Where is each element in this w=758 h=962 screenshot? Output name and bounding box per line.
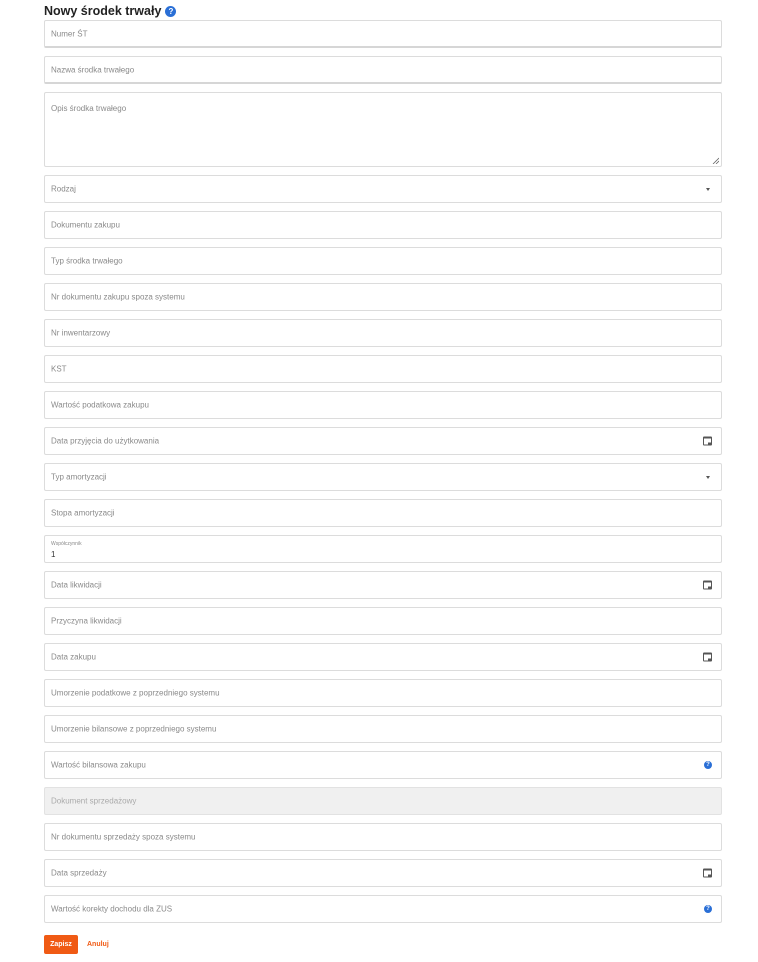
przyczyna-likwidacji-placeholder: Przyczyna likwidacji xyxy=(51,616,122,626)
kst-field[interactable]: KST xyxy=(44,355,722,383)
opis-placeholder: Opis środka trwałego xyxy=(51,104,127,113)
umorzenie-bilansowe-field[interactable]: Umorzenie bilansowe z poprzedniego syste… xyxy=(44,715,722,743)
rodzaj-select[interactable]: Rodzaj xyxy=(44,175,722,203)
data-sprzedazy-placeholder: Data sprzedaży xyxy=(51,868,107,878)
dokument-zakupu-field[interactable]: Dokumentu zakupu xyxy=(44,211,722,239)
nr-inwentarzowy-field[interactable]: Nr inwentarzowy xyxy=(44,319,722,347)
typ-srodka-placeholder: Typ środka trwałego xyxy=(51,256,123,266)
wspolczynnik-label: Współczynnik xyxy=(51,541,82,547)
calendar-icon[interactable] xyxy=(703,652,712,662)
wartosc-korekty-zus-field[interactable]: Wartość korekty dochodu dla ZUS ? xyxy=(44,895,722,923)
nr-dok-sprzedazy-spoza-placeholder: Nr dokumentu sprzedaży spoza systemu xyxy=(51,832,196,842)
dokument-sprzedazowy-placeholder: Dokument sprzedażowy xyxy=(51,796,137,806)
wartosc-bilansowa-placeholder: Wartość bilansowa zakupu xyxy=(51,760,146,770)
save-button[interactable]: Zapisz xyxy=(44,935,78,954)
data-przyjecia-placeholder: Data przyjęcia do użytkowania xyxy=(51,436,160,446)
wartosc-bilansowa-field[interactable]: Wartość bilansowa zakupu ? xyxy=(44,751,722,779)
nr-dok-sprzedazy-spoza-field[interactable]: Nr dokumentu sprzedaży spoza systemu xyxy=(44,823,722,851)
numer-st-field[interactable]: Numer ŚT xyxy=(44,20,722,48)
data-likwidacji-field[interactable]: Data likwidacji xyxy=(44,571,722,599)
dokument-zakupu-placeholder: Dokumentu zakupu xyxy=(51,220,120,230)
wartosc-podatkowa-placeholder: Wartość podatkowa zakupu xyxy=(51,400,149,410)
wspolczynnik-field[interactable]: Współczynnik 1 xyxy=(44,535,722,563)
przyczyna-likwidacji-field[interactable]: Przyczyna likwidacji xyxy=(44,607,722,635)
wartosc-korekty-zus-placeholder: Wartość korekty dochodu dla ZUS xyxy=(51,904,173,914)
nr-inwentarzowy-placeholder: Nr inwentarzowy xyxy=(51,328,111,338)
form-title-text: Nowy środek trwały xyxy=(44,4,162,18)
chevron-down-icon xyxy=(706,188,710,191)
kst-placeholder: KST xyxy=(51,364,67,374)
nr-dok-zakupu-spoza-placeholder: Nr dokumentu zakupu spoza systemu xyxy=(51,292,185,302)
opis-textarea[interactable]: Opis środka trwałego xyxy=(44,92,722,167)
data-zakupu-field[interactable]: Data zakupu xyxy=(44,643,722,671)
question-circle-icon[interactable]: ? xyxy=(704,761,712,769)
umorzenie-bilansowe-placeholder: Umorzenie bilansowe z poprzedniego syste… xyxy=(51,724,217,734)
calendar-icon[interactable] xyxy=(703,436,712,446)
form-title: Nowy środek trwały ? xyxy=(44,4,177,18)
dokument-sprzedazowy-field: Dokument sprzedażowy xyxy=(44,787,722,815)
question-circle-icon[interactable]: ? xyxy=(704,905,712,913)
umorzenie-podatkowe-field[interactable]: Umorzenie podatkowe z poprzedniego syste… xyxy=(44,679,722,707)
nazwa-field[interactable]: Nazwa środka trwałego xyxy=(44,56,722,84)
stopa-amortyzacji-field[interactable]: Stopa amortyzacji xyxy=(44,499,722,527)
question-circle-icon[interactable]: ? xyxy=(165,5,177,17)
numer-st-placeholder: Numer ŚT xyxy=(51,29,88,38)
typ-amortyzacji-select[interactable]: Typ amortyzacji xyxy=(44,463,722,491)
nazwa-placeholder: Nazwa środka trwałego xyxy=(51,65,135,74)
cancel-button[interactable]: Anuluj xyxy=(87,935,109,954)
calendar-icon[interactable] xyxy=(703,868,712,878)
calendar-icon[interactable] xyxy=(703,580,712,590)
umorzenie-podatkowe-placeholder: Umorzenie podatkowe z poprzedniego syste… xyxy=(51,688,220,698)
typ-amortyzacji-placeholder: Typ amortyzacji xyxy=(51,472,107,482)
stopa-amortyzacji-placeholder: Stopa amortyzacji xyxy=(51,508,115,518)
resize-handle-icon[interactable] xyxy=(712,157,719,164)
rodzaj-placeholder: Rodzaj xyxy=(51,184,76,194)
data-zakupu-placeholder: Data zakupu xyxy=(51,652,96,662)
data-przyjecia-field[interactable]: Data przyjęcia do użytkowania xyxy=(44,427,722,455)
data-likwidacji-placeholder: Data likwidacji xyxy=(51,580,102,590)
wspolczynnik-value: 1 xyxy=(51,550,56,559)
typ-srodka-field[interactable]: Typ środka trwałego xyxy=(44,247,722,275)
chevron-down-icon xyxy=(706,476,710,479)
wartosc-podatkowa-field[interactable]: Wartość podatkowa zakupu xyxy=(44,391,722,419)
nr-dok-zakupu-spoza-field[interactable]: Nr dokumentu zakupu spoza systemu xyxy=(44,283,722,311)
data-sprzedazy-field[interactable]: Data sprzedaży xyxy=(44,859,722,887)
